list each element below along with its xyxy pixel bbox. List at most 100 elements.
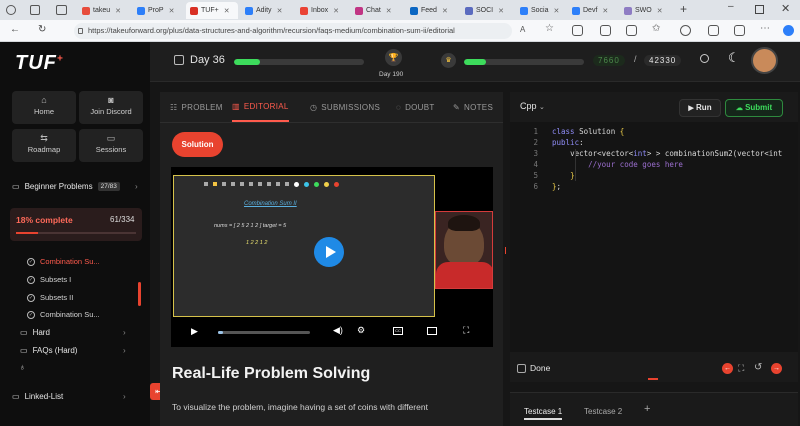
testcase-tab-2[interactable]: Testcase 2 [584,407,622,416]
add-testcase-button[interactable]: + [644,403,650,415]
edge-copilot-icon[interactable] [783,25,794,36]
tab-doubt[interactable]: ◌ DOUBT [396,92,435,122]
chevron-right-icon[interactable]: › [123,328,126,337]
next-icon[interactable]: → [771,363,782,374]
copilot-icon[interactable] [680,25,691,36]
favorite-icon[interactable]: ☆ [545,23,554,34]
shopping-icon[interactable] [734,25,745,36]
url-field[interactable]: https://takeuforward.org/plus/data-struc… [74,23,512,39]
browser-essentials-icon[interactable] [708,25,719,36]
tab-favicon-icon [624,6,632,15]
linked-list-row[interactable]: ▭ Linked-List [12,392,63,401]
pip-icon[interactable] [427,327,437,335]
panel-resize-handle[interactable] [505,247,508,254]
browser-tab[interactable]: SOCI ✕ [461,2,513,19]
close-tab-icon[interactable]: ✕ [442,7,448,15]
close-tab-icon[interactable]: ✕ [602,7,608,15]
testcase-tab-1[interactable]: Testcase 1 [524,407,563,420]
nav-roadmap[interactable]: ⇆ Roadmap [12,129,76,162]
run-button[interactable]: ▶ Run [679,99,721,117]
more-options-icon[interactable]: ⋯ [760,23,770,34]
browser-tab[interactable]: Devf ✕ [568,2,618,19]
done-checkbox[interactable] [517,364,526,373]
solution-button[interactable]: Solution [172,132,223,157]
close-tab-icon[interactable]: ✕ [657,7,663,15]
calendar-icon [174,55,184,65]
collections-icon[interactable] [626,25,637,36]
back-icon[interactable]: ← [10,24,20,35]
close-tab-icon[interactable]: ✕ [386,7,392,15]
close-tab-icon[interactable]: ✕ [224,7,230,15]
chevron-right-icon[interactable]: › [135,182,138,191]
settings-gear-icon[interactable]: ⚙ [357,325,365,336]
browser-tab[interactable]: ProP ✕ [133,2,183,19]
code-text: public: [552,138,584,147]
browser-tab[interactable]: Adity ✕ [241,2,293,19]
extensions-icon[interactable] [572,25,583,36]
browser-tab[interactable]: SWO ✕ [620,2,670,19]
close-tab-icon[interactable]: ✕ [498,7,504,15]
minimize-icon[interactable]: – [728,1,734,12]
close-tab-icon[interactable]: ✕ [277,7,283,15]
fullscreen-icon[interactable]: ⛶ [463,325,469,336]
tuf-logo[interactable]: TUF+ [15,52,64,75]
workspaces-icon[interactable] [30,5,40,15]
expand-icon[interactable]: ⛶ [738,363,744,374]
search-icon[interactable] [700,54,709,63]
hard-row[interactable]: ▭ Hard [20,328,50,337]
tab-editorial[interactable]: ▥ EDITORIAL [232,92,289,122]
faqs-hard-row[interactable]: ▭ FAQs (Hard) [20,346,77,355]
close-tab-icon[interactable]: ✕ [169,7,175,15]
chevron-right-icon[interactable]: › [123,346,126,355]
video-icon: ▭ [106,133,116,143]
video-player[interactable]: Combination Sum II nums = [ 2 5 2 1 2 ] … [171,167,493,347]
captions-icon[interactable]: CC [393,327,403,335]
chevron-right-icon[interactable]: › [123,392,126,401]
browser-tab[interactable]: Inbox ✕ [296,2,348,19]
whiteboard-line-1: nums = [ 2 5 2 1 2 ] target = 5 [214,223,287,229]
code-editor[interactable]: 1 class Solution {2 public: 3 vector<vector… [510,122,798,352]
avatar[interactable] [751,47,778,74]
split-screen-icon[interactable] [600,25,611,36]
tab-submissions[interactable]: ◷ SUBMISSIONS [310,92,380,122]
close-tab-icon[interactable]: ✕ [333,7,339,15]
tab-problem[interactable]: ☷ PROBLEM [170,92,223,122]
sidebar-item-combination-sum-iii[interactable]: ✓ Combination Su... [27,310,100,319]
refresh-icon[interactable]: ↻ [38,24,46,35]
profile-icon[interactable] [6,5,16,15]
sidebar-item-combination-sum-ii[interactable]: ✓ Combination Su... [27,257,100,266]
close-tab-icon[interactable]: ✕ [554,7,560,15]
sidebar-scrollbar[interactable] [138,282,141,306]
close-tab-icon[interactable]: ✕ [115,7,121,15]
browser-tab[interactable]: TUF+ ✕ [186,2,238,19]
new-tab-icon[interactable]: + [680,2,687,16]
editor-resize-handle[interactable] [648,378,658,380]
favorites-bar-icon[interactable]: ✩ [652,23,660,34]
read-aloud-icon[interactable]: A [520,25,525,34]
editorial-icon: ▥ [232,101,240,111]
browser-tab[interactable]: Chat ✕ [351,2,403,19]
reset-icon[interactable]: ↺ [754,362,762,373]
score-total: 42330 [644,55,682,66]
sidebar-item-subsets-ii[interactable]: ✓ Subsets II [27,293,73,302]
play-icon[interactable]: ▶ [191,326,198,337]
play-video-button[interactable] [314,237,344,267]
submit-button[interactable]: ☁ Submit [725,99,783,117]
previous-icon[interactable]: ← [722,363,733,374]
video-seek-bar[interactable] [218,331,310,334]
language-select[interactable]: Cpp ⌄ [520,101,545,111]
tab-actions-icon[interactable] [56,5,67,15]
maximize-icon[interactable] [755,5,764,14]
sidebar-item-subsets-i[interactable]: ✓ Subsets I [27,275,71,284]
nav-join-discord[interactable]: ◙ Join Discord [79,91,143,124]
theme-toggle-icon[interactable]: ☾ [728,50,740,66]
tab-notes[interactable]: ✎ NOTES [453,92,493,122]
browser-tab[interactable]: takeu ✕ [78,2,130,19]
beginner-problems-row[interactable]: ▭ Beginner Problems 27/83 [12,182,120,191]
browser-tab[interactable]: Feed ✕ [406,2,458,19]
browser-tab[interactable]: Socia ✕ [516,2,566,19]
nav-sessions[interactable]: ▭ Sessions [79,129,143,162]
close-window-icon[interactable]: ✕ [781,2,790,15]
nav-home[interactable]: ⌂ Home [12,91,76,124]
volume-icon[interactable]: ◀) [333,325,343,336]
